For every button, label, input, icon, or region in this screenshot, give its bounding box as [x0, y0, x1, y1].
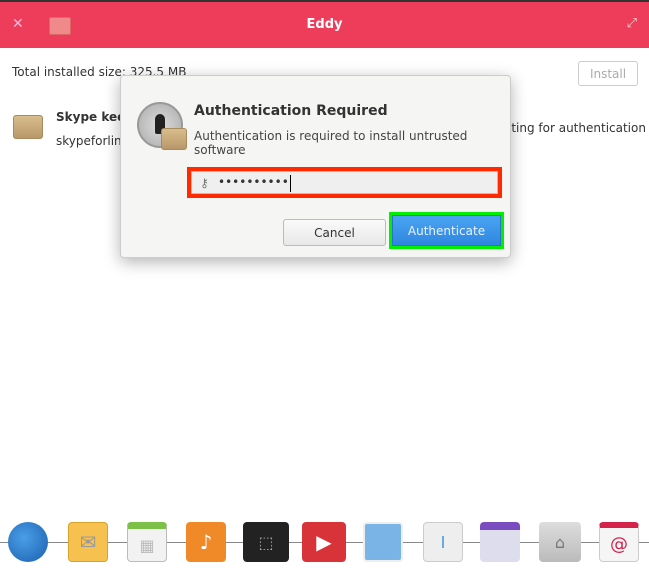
password-input[interactable]: ⚷ ••••••••••: [191, 171, 498, 194]
dock: ✉ ▦ ♪ ⬚ ▶ ⏽ ⌂ @: [0, 520, 649, 570]
key-icon: ⚷: [200, 176, 209, 190]
videos-icon[interactable]: ▶: [302, 522, 346, 562]
password-highlight: ⚷ ••••••••••: [187, 167, 502, 198]
maximize-icon[interactable]: ⤢: [627, 16, 637, 31]
app-center-icon[interactable]: [480, 522, 520, 562]
lock-icon: [137, 102, 187, 150]
debian-installer-icon[interactable]: @: [599, 522, 639, 562]
dialog-title: Authentication Required: [194, 103, 388, 119]
password-value: ••••••••••: [218, 175, 291, 192]
screenshot-icon[interactable]: ⬚: [243, 522, 289, 562]
cancel-button[interactable]: Cancel: [283, 219, 386, 246]
mail-icon[interactable]: ✉: [68, 522, 108, 562]
system-settings-icon[interactable]: ⏽: [423, 522, 463, 562]
install-button[interactable]: Install: [578, 61, 638, 86]
package-icon: [13, 115, 43, 139]
package-id: skypeforlinu: [56, 134, 130, 148]
authenticate-button[interactable]: Authenticate: [392, 215, 501, 246]
calendar-icon[interactable]: ▦: [127, 522, 167, 562]
music-icon[interactable]: ♪: [186, 522, 226, 562]
window-title: Eddy: [306, 17, 343, 32]
authenticate-highlight: Authenticate: [389, 212, 504, 249]
files-icon[interactable]: ⌂: [539, 522, 581, 562]
authentication-dialog: Authentication Required Authentication i…: [120, 75, 511, 258]
package-status: iting for authentication: [508, 121, 646, 135]
title-bar: ✕ Eddy ⤢: [0, 0, 649, 48]
browser-icon[interactable]: [8, 522, 48, 562]
dialog-message: Authentication is required to install un…: [194, 129, 468, 157]
photos-icon[interactable]: [363, 522, 403, 562]
